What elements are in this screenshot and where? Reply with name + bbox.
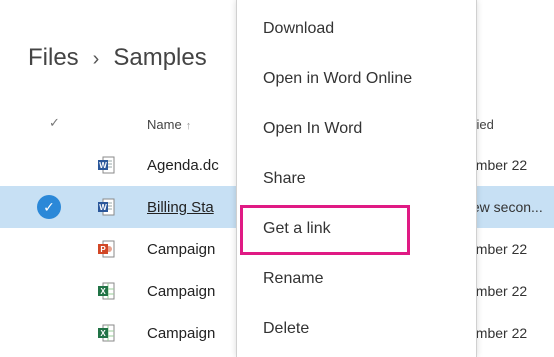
select-all-checkmark-icon[interactable]: ✓	[49, 115, 60, 131]
sort-ascending-icon: ↑	[185, 120, 192, 132]
menu-item-share[interactable]: Share	[263, 170, 306, 188]
breadcrumb-files[interactable]: Files	[28, 44, 79, 71]
name-header-label: Name	[147, 117, 182, 132]
file-name[interactable]: Billing Sta	[147, 199, 214, 216]
powerpoint-file-icon: P	[98, 240, 115, 258]
svg-text:W: W	[99, 203, 107, 212]
file-name[interactable]: Campaign	[147, 283, 215, 300]
file-name[interactable]: Campaign	[147, 241, 215, 258]
word-file-icon: W	[98, 198, 115, 216]
selected-checkmark-icon[interactable]: ✓	[37, 195, 61, 219]
name-column-header[interactable]: Name ↑	[147, 117, 191, 132]
svg-text:P: P	[100, 245, 106, 254]
svg-text:X: X	[100, 287, 106, 296]
breadcrumb: Files › Samples	[28, 44, 207, 72]
get-a-link-highlight	[240, 205, 410, 255]
file-name[interactable]: Campaign	[147, 325, 215, 342]
file-name[interactable]: Agenda.dc	[147, 157, 219, 174]
svg-text:X: X	[100, 329, 106, 338]
breadcrumb-separator-icon: ›	[92, 48, 100, 70]
excel-file-icon: X	[98, 324, 115, 342]
menu-item-download[interactable]: Download	[263, 20, 334, 38]
file-modified: few secon...	[468, 199, 543, 215]
svg-text:W: W	[99, 161, 107, 170]
excel-file-icon: X	[98, 282, 115, 300]
menu-item-open-in-word-online[interactable]: Open in Word Online	[263, 70, 412, 88]
menu-item-open-in-word[interactable]: Open In Word	[263, 120, 362, 138]
menu-item-rename[interactable]: Rename	[263, 270, 323, 288]
word-file-icon: W	[98, 156, 115, 174]
context-menu: Download Open in Word Online Open In Wor…	[236, 0, 477, 357]
menu-item-delete[interactable]: Delete	[263, 320, 309, 338]
breadcrumb-samples[interactable]: Samples	[113, 44, 206, 71]
